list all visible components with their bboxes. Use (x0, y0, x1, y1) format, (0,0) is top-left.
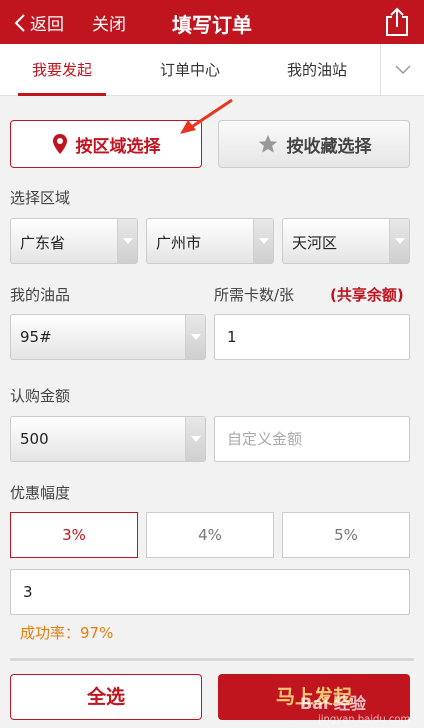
success-rate-label: 成功率： (20, 624, 81, 642)
dropdown-arrow-icon (185, 417, 205, 461)
discount-option-3[interactable]: 3% (10, 512, 138, 558)
select-by-region-label: 按区域选择 (75, 136, 161, 157)
tab-my-stations[interactable]: 我的油站 (273, 44, 361, 96)
dropdown-arrow-icon (117, 219, 137, 263)
back-label: 返回 (30, 15, 64, 35)
city-select[interactable]: 广州市 (146, 218, 274, 264)
tab-bar: 我要发起 订单中心 我的油站 (0, 44, 424, 96)
active-tab-indicator (18, 93, 106, 96)
top-bar: 返回 关闭 填写订单 (0, 0, 424, 44)
tab-initiate[interactable]: 我要发起 (18, 44, 106, 96)
select-by-region-button[interactable]: 按区域选择 (10, 120, 202, 168)
dropdown-arrow-icon (389, 219, 409, 263)
district-value: 天河区 (292, 234, 338, 252)
cards-label: 所需卡数/张 (214, 286, 295, 304)
amount-select[interactable]: 500 (10, 416, 206, 462)
dropdown-arrow-icon (185, 315, 205, 359)
region-label: 选择区域 (10, 189, 71, 207)
amount-value: 500 (20, 430, 49, 448)
province-select[interactable]: 广东省 (10, 218, 138, 264)
tab-label: 订单中心 (159, 61, 220, 79)
watermark-text: Bai 经验 (300, 694, 367, 713)
share-icon (386, 7, 408, 36)
discount-option-5[interactable]: 5% (282, 512, 410, 558)
chevron-left-icon (14, 13, 25, 32)
cards-count-input[interactable] (214, 314, 410, 360)
custom-amount-input[interactable] (214, 416, 410, 462)
watermark-sub: jingyan.baidu.com (318, 714, 411, 725)
discount-input[interactable] (10, 569, 410, 615)
pointer-arrow-annotation (180, 98, 233, 134)
back-button[interactable]: 返回 (14, 10, 64, 35)
tab-label: 我的油站 (286, 61, 347, 79)
discount-option-4[interactable]: 4% (146, 512, 274, 558)
shared-balance-label: (共享余额) (330, 286, 404, 304)
amount-label: 认购金额 (10, 387, 71, 405)
dropdown-arrow-icon (253, 219, 273, 263)
star-icon (258, 134, 277, 153)
select-all-button[interactable]: 全选 (10, 674, 202, 720)
location-pin-icon (52, 134, 67, 154)
close-button[interactable]: 关闭 (92, 10, 126, 35)
discount-label: 优惠幅度 (10, 484, 71, 502)
share-button[interactable] (384, 7, 410, 37)
tab-label: 我要发起 (31, 61, 92, 79)
city-value: 广州市 (156, 234, 202, 252)
product-label: 我的油品 (10, 286, 71, 304)
success-rate-value: 97% (80, 624, 114, 642)
select-by-favorite-label: 按收藏选择 (286, 136, 372, 157)
watermark: Bai 经验 jingyan.baidu.com (300, 690, 410, 725)
province-value: 广东省 (20, 234, 66, 252)
product-value: 95# (20, 328, 52, 346)
district-select[interactable]: 天河区 (282, 218, 410, 264)
product-select[interactable]: 95# (10, 314, 206, 360)
section-divider (10, 658, 414, 661)
select-by-favorite-button[interactable]: 按收藏选择 (218, 120, 410, 168)
tabs-more-button[interactable] (380, 44, 424, 96)
success-rate: 成功率：97% (20, 622, 113, 643)
chevron-down-icon (395, 65, 411, 75)
tab-order-center[interactable]: 订单中心 (146, 44, 234, 96)
